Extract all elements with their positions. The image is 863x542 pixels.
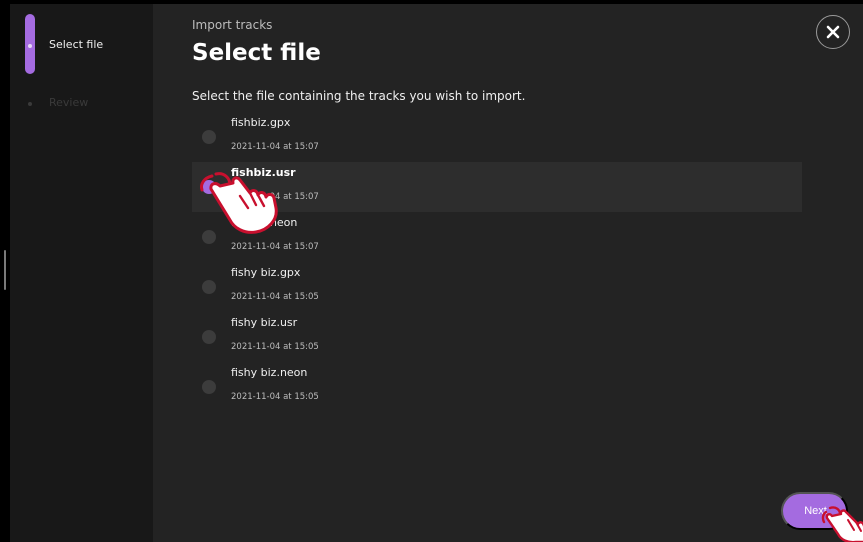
import-dialog: Import tracks Select file Select the fil…	[153, 4, 863, 542]
file-list-item[interactable]: fishy biz.usr 2021-11-04 at 15:05	[192, 312, 802, 362]
file-date: 2021-11-04 at 15:07	[231, 142, 319, 152]
step-label: Review	[49, 96, 89, 109]
file-list: fishbiz.gpx 2021-11-04 at 15:07 fishbiz.…	[192, 112, 802, 412]
close-icon	[826, 25, 840, 39]
dialog-subtitle: Import tracks	[192, 18, 273, 32]
step-label: Select file	[49, 38, 104, 51]
step-review: Review	[10, 84, 153, 124]
file-date: 2021-11-04 at 15:05	[231, 342, 319, 352]
radio-button[interactable]	[202, 380, 216, 394]
radio-button[interactable]	[202, 330, 216, 344]
file-name: fishbiz.neon	[231, 216, 298, 229]
file-name: fishy biz.usr	[231, 316, 298, 329]
file-list-item-selected[interactable]: fishbiz.usr 2021-11-04 at 15:07	[192, 162, 802, 212]
radio-button[interactable]	[202, 280, 216, 294]
file-date: 2021-11-04 at 15:05	[231, 292, 319, 302]
step-dot-icon	[28, 102, 32, 106]
step-select-file[interactable]: Select file	[10, 14, 153, 74]
next-button[interactable]: Next	[781, 492, 848, 530]
resize-handle[interactable]	[4, 250, 6, 290]
file-date: 2021-11-04 at 15:05	[231, 392, 319, 402]
file-name: fishy biz.neon	[231, 366, 308, 379]
radio-button[interactable]	[202, 230, 216, 244]
stepper-sidebar: Select file Review	[10, 4, 153, 542]
step-dot-icon	[28, 44, 32, 48]
file-list-item[interactable]: fishy biz.neon 2021-11-04 at 15:05	[192, 362, 802, 412]
file-name: fishy biz.gpx	[231, 266, 301, 279]
instruction-text: Select the file containing the tracks yo…	[192, 89, 526, 103]
file-list-item[interactable]: fishy biz.gpx 2021-11-04 at 15:05	[192, 262, 802, 312]
file-date: 2021-11-04 at 15:07	[231, 192, 319, 202]
file-name: fishbiz.usr	[231, 166, 296, 179]
file-list-item[interactable]: fishbiz.gpx 2021-11-04 at 15:07	[192, 112, 802, 162]
close-button[interactable]	[816, 15, 850, 49]
file-name: fishbiz.gpx	[231, 116, 291, 129]
radio-button[interactable]	[202, 130, 216, 144]
file-list-item[interactable]: fishbiz.neon 2021-11-04 at 15:07	[192, 212, 802, 262]
file-date: 2021-11-04 at 15:07	[231, 242, 319, 252]
radio-button-checked[interactable]	[202, 180, 216, 194]
page-title: Select file	[192, 40, 321, 66]
